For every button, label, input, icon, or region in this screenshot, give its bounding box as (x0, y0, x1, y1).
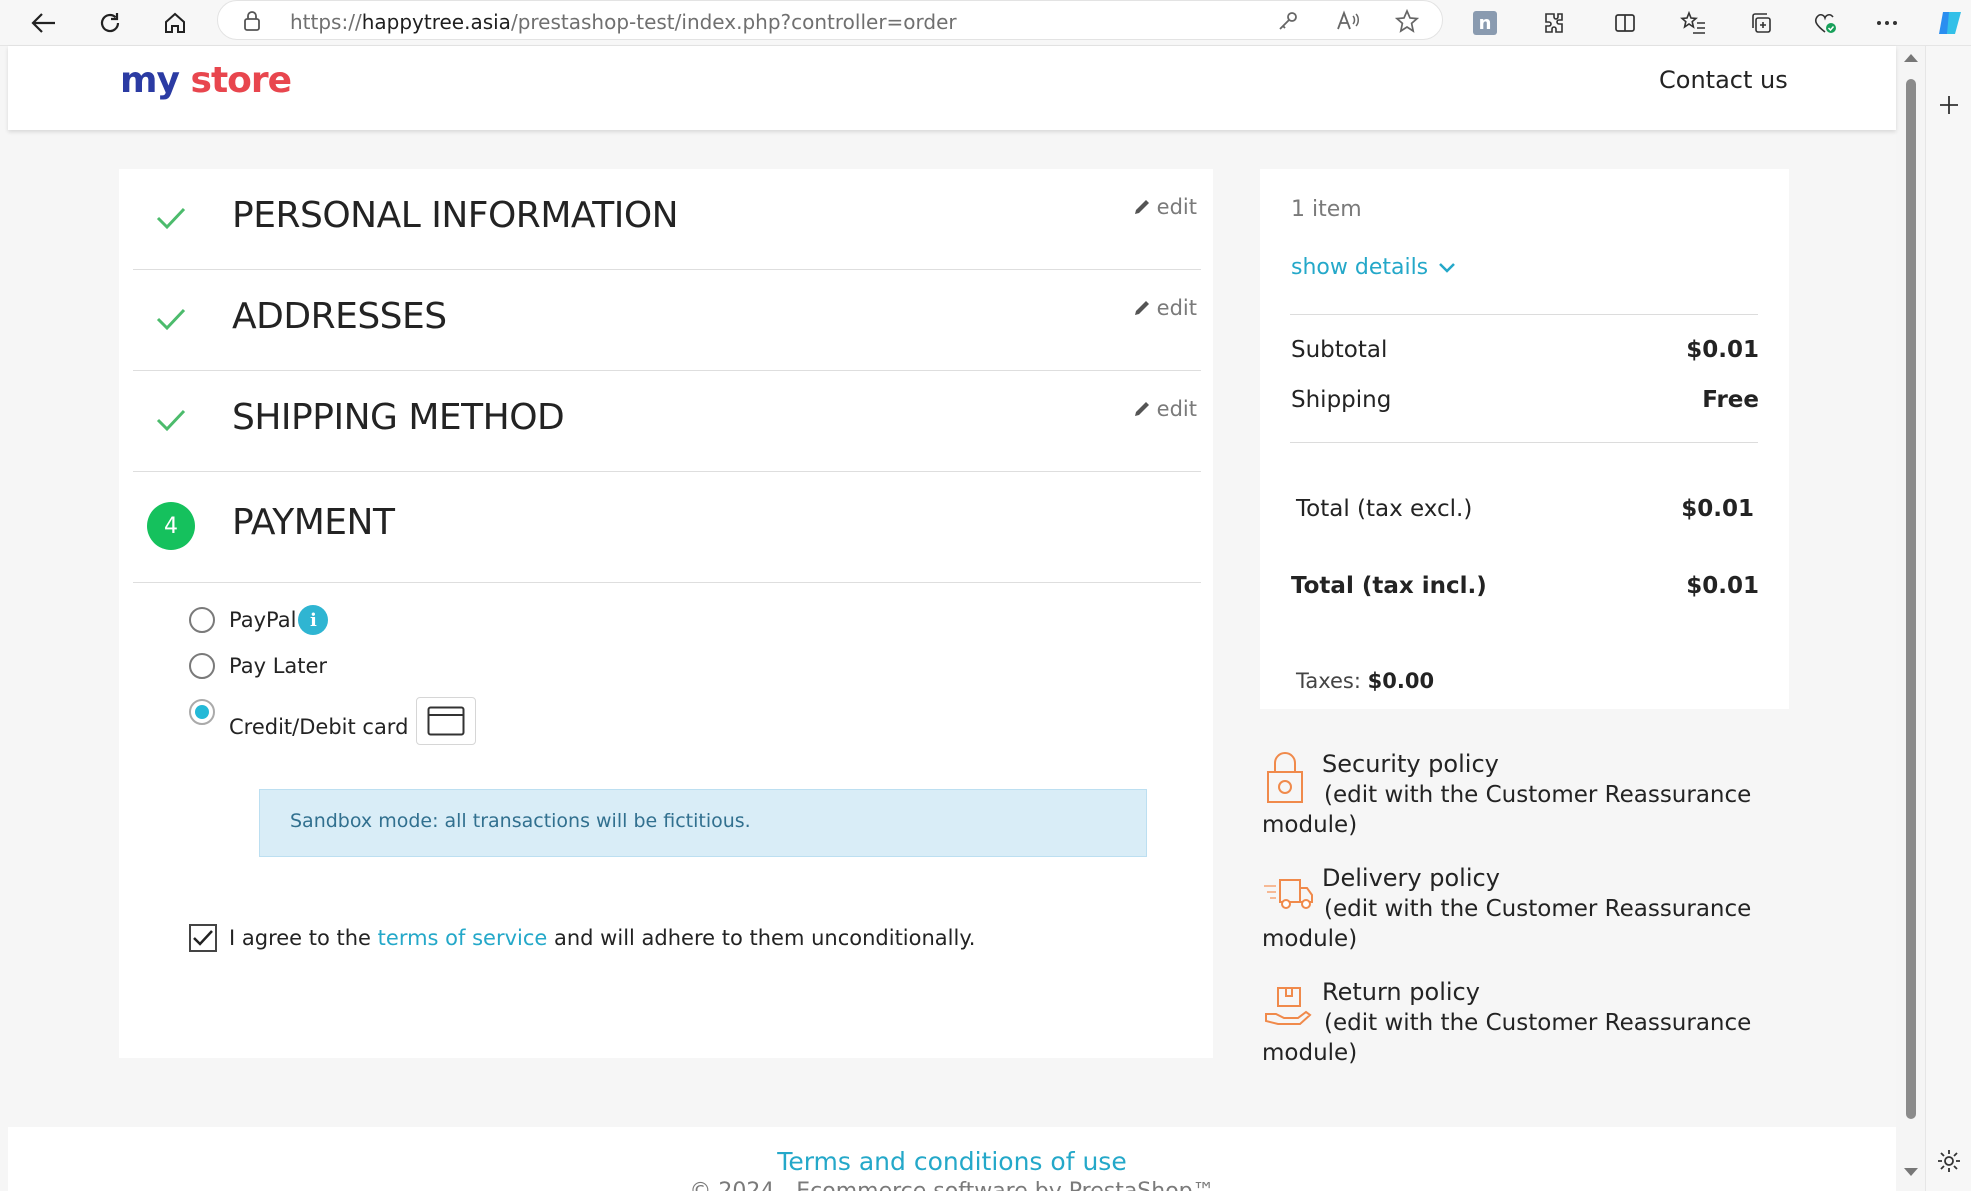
divider (1290, 442, 1758, 443)
card-radio[interactable] (189, 699, 215, 725)
step-title: PERSONAL INFORMATION (232, 195, 679, 236)
checkout-steps: PERSONAL INFORMATION edit ADDRESSES edit… (119, 169, 1213, 1058)
url-text: https://happytree.asia/prestashop-test/i… (290, 10, 957, 34)
split-screen-icon[interactable] (1605, 4, 1645, 42)
more-menu-icon[interactable] (1867, 4, 1907, 42)
contact-us-link[interactable]: Contact us (1659, 66, 1788, 94)
reassurance-return: Return policy (edit with the Customer Re… (1262, 978, 1782, 1073)
add-sidebar-icon[interactable] (1938, 94, 1960, 120)
payment-option-label: Pay Later (229, 654, 328, 678)
refresh-icon (100, 13, 120, 33)
favorite-star-icon[interactable] (1393, 7, 1421, 35)
sandbox-notice: Sandbox mode: all transactions will be f… (259, 789, 1147, 857)
payment-option-card[interactable]: Credit/Debit card (189, 697, 477, 745)
reassurance-desc: (edit with the Customer Reassurance modu… (1262, 782, 1752, 838)
terms-checkbox[interactable] (189, 924, 217, 952)
divider (1290, 314, 1758, 315)
edit-link[interactable]: edit (1133, 397, 1197, 421)
settings-gear-icon[interactable] (1936, 1148, 1962, 1178)
step-payment: 4 PAYMENT (133, 472, 1201, 583)
browser-sidebar (1925, 46, 1971, 1191)
total-excl-label: Total (tax excl.) (1296, 496, 1473, 522)
back-arrow-icon (31, 13, 55, 33)
check-icon (155, 205, 187, 235)
cart-summary: 1 item show details Subtotal $0.01 Shipp… (1260, 169, 1789, 709)
edit-link[interactable]: edit (1133, 296, 1197, 320)
payment-option-label: PayPal (229, 608, 297, 632)
reassurance-title: Return policy (1322, 978, 1480, 1006)
step-shipping-method[interactable]: SHIPPING METHOD edit (133, 371, 1201, 472)
subtotal-label: Subtotal (1291, 337, 1388, 363)
check-icon (155, 306, 187, 336)
step-personal-information[interactable]: PERSONAL INFORMATION edit (133, 169, 1201, 270)
site-footer: Terms and conditions of use © 2024 - Eco… (8, 1127, 1896, 1191)
shipping-label: Shipping (1291, 387, 1392, 413)
total-incl-value: $0.01 (1686, 573, 1759, 599)
show-details-toggle[interactable]: show details (1291, 255, 1456, 280)
terms-agreement: I agree to the terms of service and will… (189, 924, 975, 952)
shipping-value: Free (1702, 387, 1759, 413)
pencil-icon (1134, 200, 1149, 214)
reassurance-security: Security policy (edit with the Customer … (1262, 750, 1782, 845)
payment-option-label: Credit/Debit card (229, 715, 409, 739)
payment-option-pay-later[interactable]: Pay Later (189, 653, 327, 679)
pencil-icon (1134, 301, 1149, 315)
browser-essentials-icon[interactable] (1805, 4, 1845, 42)
extension-n-icon[interactable]: n (1465, 4, 1505, 42)
step-title: PAYMENT (232, 502, 395, 543)
terms-of-service-link[interactable]: terms of service (378, 926, 548, 950)
terms-prefix: I agree to the (229, 926, 371, 950)
store-logo[interactable]: my store (120, 60, 292, 101)
terms-suffix: and will adhere to them unconditionally. (554, 926, 976, 950)
copyright-text[interactable]: © 2024 - Ecommerce software by PrestaSho… (8, 1179, 1896, 1191)
scroll-thumb[interactable] (1906, 79, 1916, 1119)
total-incl-label: Total (tax incl.) (1291, 573, 1487, 599)
reassurance-title: Delivery policy (1322, 864, 1500, 892)
taxes-line: Taxes: $0.00 (1296, 669, 1435, 693)
extensions-puzzle-icon[interactable] (1533, 4, 1573, 42)
check-icon (155, 407, 187, 437)
page-scrollbar[interactable] (1896, 46, 1925, 1191)
total-excl-value: $0.01 (1681, 496, 1754, 522)
key-icon[interactable] (1274, 7, 1302, 35)
credit-card-icon (416, 697, 477, 745)
subtotal-value: $0.01 (1686, 337, 1759, 363)
step-number-badge: 4 (147, 502, 195, 550)
pay-later-radio[interactable] (189, 653, 215, 679)
back-button[interactable] (24, 3, 64, 43)
terms-conditions-link[interactable]: Terms and conditions of use (8, 1147, 1896, 1176)
step-title: SHIPPING METHOD (232, 397, 565, 438)
payment-option-paypal[interactable]: PayPal i (189, 605, 329, 635)
address-bar[interactable]: https://happytree.asia/prestashop-test/i… (217, 0, 1443, 40)
home-icon (165, 12, 185, 33)
checkmark-icon (193, 930, 213, 946)
copilot-icon[interactable] (1930, 4, 1970, 42)
info-icon[interactable]: i (298, 605, 329, 635)
item-count: 1 item (1291, 197, 1362, 222)
paypal-radio[interactable] (189, 607, 215, 633)
reassurance-desc: (edit with the Customer Reassurance modu… (1262, 896, 1752, 952)
home-button[interactable] (155, 3, 195, 43)
pencil-icon (1134, 402, 1149, 416)
read-aloud-icon[interactable] (1334, 7, 1362, 35)
reassurance-desc: (edit with the Customer Reassurance modu… (1262, 1010, 1752, 1066)
site-header: my store Contact us (8, 46, 1896, 130)
reassurance-title: Security policy (1322, 750, 1499, 778)
browser-toolbar: https://happytree.asia/prestashop-test/i… (0, 0, 1971, 46)
step-addresses[interactable]: ADDRESSES edit (133, 270, 1201, 371)
edit-link[interactable]: edit (1133, 195, 1197, 219)
step-title: ADDRESSES (232, 296, 447, 337)
favorites-list-icon[interactable] (1673, 4, 1713, 42)
refresh-button[interactable] (90, 3, 130, 43)
collections-icon[interactable] (1741, 4, 1781, 42)
scroll-down-arrow-icon[interactable] (1904, 1168, 1918, 1176)
reassurance-delivery: Delivery policy (edit with the Customer … (1262, 864, 1782, 959)
scroll-up-arrow-icon[interactable] (1904, 54, 1918, 62)
lock-icon[interactable] (242, 11, 262, 35)
chevron-down-icon (1439, 262, 1456, 273)
